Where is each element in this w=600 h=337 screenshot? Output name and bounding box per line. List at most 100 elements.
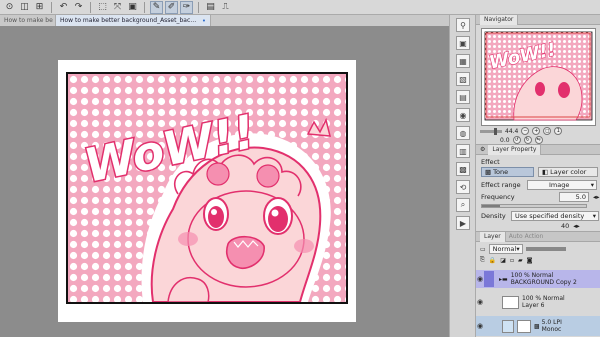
panel-icon-column: ⚲ ▣ ▦ ▧ ▤ ◉ ◍ ▥ ▩ ⟲ ⌕ ▶	[449, 15, 476, 337]
layer-text: 100 % Normal Layer 6	[522, 295, 565, 309]
tab-document-1[interactable]: How to make be	[0, 15, 56, 26]
effect-range-select[interactable]: Image ▾	[527, 180, 597, 190]
stepper-icon[interactable]: ◂▸	[573, 222, 580, 230]
material-icon[interactable]: ▦	[456, 54, 470, 68]
expression-color-icon[interactable]: ▭	[480, 246, 486, 253]
close-icon[interactable]: •	[202, 17, 206, 25]
layer-text: 5.0 LPI Monoc	[542, 319, 562, 333]
lasso-icon[interactable]: ⬚	[96, 1, 109, 14]
toolbar-divider	[51, 1, 52, 13]
transform-icon[interactable]: ⤧	[111, 1, 124, 14]
tab-document-2[interactable]: How to make better background_Asset_back…	[56, 15, 211, 26]
document-tabs: How to make be How to make better backgr…	[0, 15, 449, 26]
zoom-in-icon[interactable]: +	[532, 127, 541, 135]
layer-blend: 100 % Normal	[522, 295, 565, 302]
effect-buttons: ▩ Tone ◧ Layer color	[481, 167, 598, 177]
ruler-icon[interactable]: ⎍	[219, 1, 232, 14]
grid-icon[interactable]: ⊞	[33, 1, 46, 14]
undo-icon[interactable]: ↶	[57, 1, 70, 14]
frequency-input[interactable]: 5.0	[559, 192, 589, 202]
new-folder-icon[interactable]: ▰	[518, 257, 523, 264]
artwork-illustration: WoW!!	[68, 74, 346, 302]
frequency-slider-row	[481, 204, 587, 208]
eye-icon[interactable]: ◉	[476, 298, 484, 306]
layer-property-icon: ⚙	[480, 146, 486, 153]
pen-icon[interactable]: ✎	[150, 0, 163, 14]
lock-alpha-icon[interactable]: ◪	[500, 257, 506, 264]
layer-search-icon[interactable]: ⌕	[456, 198, 470, 212]
history-icon[interactable]: ⟲	[456, 180, 470, 194]
tool-property-icon[interactable]: ▤	[456, 90, 470, 104]
density-select[interactable]: Use specified density ▾	[511, 211, 599, 221]
layer-tab-label: Layer	[484, 233, 501, 240]
layer-panel-header: Layer Auto Action	[476, 231, 600, 242]
animation-icon[interactable]: ▶	[456, 216, 470, 230]
tab-auto-action[interactable]: Auto Action	[509, 233, 544, 240]
actual-size-icon[interactable]: 1	[554, 127, 563, 135]
eraser-icon[interactable]: ▤	[204, 1, 217, 14]
fill-icon[interactable]: ▣	[126, 1, 139, 14]
rotate-value: 0.0	[500, 136, 510, 144]
tab-navigator[interactable]: Navigator	[480, 14, 519, 25]
stepper-icon[interactable]: ◂▸	[593, 193, 600, 201]
chevron-down-icon: ▾	[592, 212, 596, 220]
brush-size-icon[interactable]: ◉	[456, 108, 470, 122]
navigator-preview[interactable]: WoW!!	[481, 28, 596, 126]
flip-icon[interactable]: ⇋	[534, 136, 543, 144]
artwork[interactable]: WoW!!	[66, 72, 348, 304]
eye-icon[interactable]: ◉	[476, 275, 484, 283]
frequency-slider[interactable]	[481, 204, 587, 208]
toolbar-divider	[90, 1, 91, 13]
layer-property-tab-label: Layer Property	[492, 146, 537, 153]
layer-thumbnail	[502, 295, 519, 309]
subview-icon[interactable]: ▧	[456, 72, 470, 86]
zoom-icon[interactable]: ⊙	[3, 1, 16, 14]
search-icon[interactable]: ⚲	[456, 18, 470, 32]
rotate-row: 0.0 ↺ ↻ ⇋	[480, 136, 543, 144]
pen-alt-icon[interactable]: ✐	[165, 0, 178, 14]
rotate-left-icon[interactable]: ↺	[512, 136, 521, 144]
effect-label: Effect	[481, 158, 500, 166]
zoom-row: 44.4 − + ◻ 1	[480, 127, 563, 135]
layer-color-icon: ◧	[542, 168, 549, 176]
tab-layer-property[interactable]: Layer Property	[488, 144, 542, 155]
color-slider-icon[interactable]: ▥	[456, 144, 470, 158]
zoom-out-icon[interactable]: −	[521, 127, 530, 135]
mask-icon[interactable]: ◙	[527, 257, 533, 264]
layer-color-button[interactable]: ◧ Layer color	[538, 167, 598, 177]
canvas-area[interactable]: WoW!!	[0, 26, 449, 337]
density-amount: 40	[561, 222, 570, 230]
effect-range-label: Effect range	[481, 181, 521, 189]
redo-icon[interactable]: ↷	[72, 1, 85, 14]
layer-row-tone[interactable]: ◉ ▩ 5.0 LPI Monoc	[476, 316, 600, 336]
zoom-value: 44.4	[505, 127, 519, 135]
fit-icon[interactable]: ◻	[543, 127, 552, 135]
blend-mode-select[interactable]: Normal ▾	[488, 244, 523, 254]
blend-row: ▭ Normal ▾	[476, 244, 600, 254]
navigator-panel: Navigator WoW!! 44.4 − + ◻ 1 0.0 ↺ ↻ ⇋	[476, 14, 600, 144]
color-set-icon[interactable]: ▩	[456, 162, 470, 176]
brush-icon[interactable]: ✑	[180, 0, 193, 14]
opacity-slider[interactable]	[525, 247, 566, 251]
tone-button[interactable]: ▩ Tone	[481, 167, 534, 177]
paper[interactable]: WoW!!	[58, 60, 356, 322]
tab-label: How to make be	[4, 17, 53, 24]
navigator-thumbnail: WoW!!	[482, 29, 595, 125]
tab-layer[interactable]: Layer	[480, 231, 506, 242]
clip-icon[interactable]: ⎘	[480, 256, 485, 264]
layer-text: 100 % Normal BACKGROUND Copy 2	[511, 272, 577, 286]
zoom-slider[interactable]	[480, 127, 502, 135]
lock-icon[interactable]: 🔒	[489, 257, 496, 264]
layer-tools-row: ⎘ 🔒 ◪ ▫ ▰ ◙	[476, 255, 600, 265]
layer-row-folder[interactable]: ◉ ▸▬ 100 % Normal BACKGROUND Copy 2	[476, 270, 600, 288]
pan-icon[interactable]: ◫	[18, 1, 31, 14]
eye-icon[interactable]: ◉	[476, 322, 484, 330]
density-row: Density Use specified density ▾	[481, 211, 599, 221]
color-wheel-icon[interactable]: ◍	[456, 126, 470, 140]
blend-mode-value: Normal	[492, 245, 517, 253]
navigator-icon[interactable]: ▣	[456, 36, 470, 50]
new-layer-icon[interactable]: ▫	[510, 257, 514, 264]
rotate-right-icon[interactable]: ↻	[523, 136, 532, 144]
tab-label: How to make better background_Asset_back…	[60, 17, 199, 24]
layer-row-raster[interactable]: ◉ 100 % Normal Layer 6	[476, 291, 600, 313]
